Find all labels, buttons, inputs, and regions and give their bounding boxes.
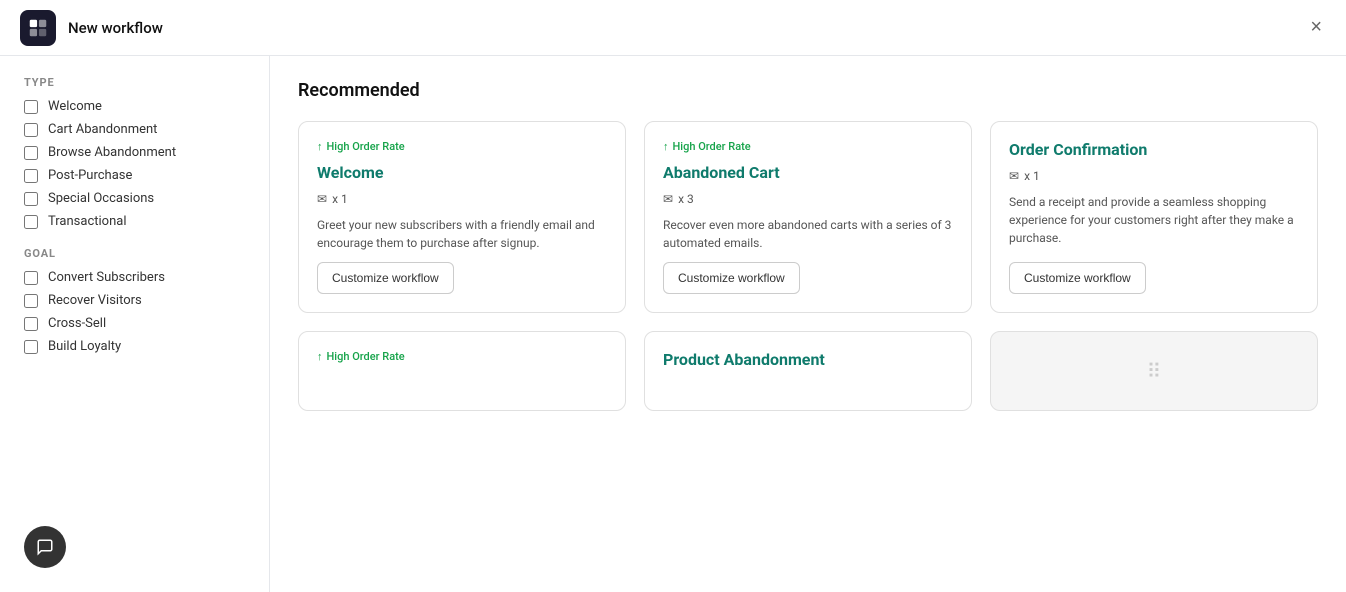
filter-transactional-checkbox[interactable] xyxy=(24,215,38,229)
recommended-title: Recommended xyxy=(298,80,1318,101)
card-abandoned-cart-name: Abandoned Cart xyxy=(663,163,953,182)
card-order-confirmation-meta: ✉ x 1 xyxy=(1009,169,1299,183)
sidebar: TYPE Welcome Cart Abandonment Browse Aba… xyxy=(0,56,270,592)
card-welcome-description: Greet your new subscribers with a friend… xyxy=(317,216,607,252)
card-order-confirmation[interactable]: Order Confirmation ✉ x 1 Send a receipt … xyxy=(990,121,1318,313)
filter-post-purchase-label: Post-Purchase xyxy=(48,168,132,183)
filter-recover-visitors-label: Recover Visitors xyxy=(48,293,142,308)
goal-section-label: GOAL xyxy=(24,247,245,260)
filter-transactional[interactable]: Transactional xyxy=(24,214,245,229)
arrow-up-icon: ↑ xyxy=(317,140,323,153)
arrow-up-icon-2: ↑ xyxy=(663,140,669,153)
card-abandoned-cart-description: Recover even more abandoned carts with a… xyxy=(663,216,953,252)
email-icon-3: ✉ xyxy=(1009,169,1019,183)
card-abandoned-cart-customize-button[interactable]: Customize workflow xyxy=(663,262,800,294)
filter-build-loyalty-label: Build Loyalty xyxy=(48,339,121,354)
filter-post-purchase-checkbox[interactable] xyxy=(24,169,38,183)
chat-button[interactable] xyxy=(24,526,66,568)
cards-row-1: ↑ High Order Rate Welcome ✉ x 1 Greet yo… xyxy=(298,121,1318,313)
filter-build-loyalty[interactable]: Build Loyalty xyxy=(24,339,245,354)
filter-browse-abandonment-label: Browse Abandonment xyxy=(48,145,176,160)
filter-transactional-label: Transactional xyxy=(48,214,127,229)
filter-cross-sell-label: Cross-Sell xyxy=(48,316,106,331)
filter-cart-abandonment-label: Cart Abandonment xyxy=(48,122,157,137)
filter-recover-visitors-checkbox[interactable] xyxy=(24,294,38,308)
card-abandoned-cart-meta: ✉ x 3 xyxy=(663,192,953,206)
filter-build-loyalty-checkbox[interactable] xyxy=(24,340,38,354)
filter-cross-sell-checkbox[interactable] xyxy=(24,317,38,331)
card-welcome-badge: ↑ High Order Rate xyxy=(317,140,607,153)
card-order-confirmation-customize-button[interactable]: Customize workflow xyxy=(1009,262,1146,294)
app-logo xyxy=(20,10,56,46)
card-product-abandonment-name: Product Abandonment xyxy=(663,350,953,369)
filter-convert-subscribers[interactable]: Convert Subscribers xyxy=(24,270,245,285)
card-welcome-meta: ✉ x 1 xyxy=(317,192,607,206)
modal-header: New workflow × xyxy=(0,0,1346,56)
filter-browse-abandonment[interactable]: Browse Abandonment xyxy=(24,145,245,160)
filter-cart-abandonment-checkbox[interactable] xyxy=(24,123,38,137)
filter-browse-abandonment-checkbox[interactable] xyxy=(24,146,38,160)
card-product-abandonment[interactable]: Product Abandonment xyxy=(644,331,972,411)
card-browse-abandonment-badge: ↑ High Order Rate xyxy=(317,350,607,363)
filter-welcome[interactable]: Welcome xyxy=(24,99,245,114)
filter-post-purchase[interactable]: Post-Purchase xyxy=(24,168,245,183)
email-icon: ✉ xyxy=(317,192,327,206)
filter-cart-abandonment[interactable]: Cart Abandonment xyxy=(24,122,245,137)
card-order-confirmation-description: Send a receipt and provide a seamless sh… xyxy=(1009,193,1299,252)
card-placeholder: ⠿ xyxy=(990,331,1318,411)
card-browse-abandonment[interactable]: ↑ High Order Rate xyxy=(298,331,626,411)
filter-recover-visitors[interactable]: Recover Visitors xyxy=(24,293,245,308)
filter-cross-sell[interactable]: Cross-Sell xyxy=(24,316,245,331)
card-order-confirmation-name: Order Confirmation xyxy=(1009,140,1299,159)
filter-convert-subscribers-checkbox[interactable] xyxy=(24,271,38,285)
arrow-up-icon-3: ↑ xyxy=(317,350,323,363)
filter-special-occasions-label: Special Occasions xyxy=(48,191,154,206)
filter-welcome-label: Welcome xyxy=(48,99,102,114)
card-welcome-name: Welcome xyxy=(317,163,607,182)
type-section-label: TYPE xyxy=(24,76,245,89)
cards-row-2: ↑ High Order Rate Product Abandonment ⠿ xyxy=(298,331,1318,411)
close-button[interactable]: × xyxy=(1306,12,1326,43)
filter-welcome-checkbox[interactable] xyxy=(24,100,38,114)
card-abandoned-cart[interactable]: ↑ High Order Rate Abandoned Cart ✉ x 3 R… xyxy=(644,121,972,313)
filter-special-occasions-checkbox[interactable] xyxy=(24,192,38,206)
card-welcome-customize-button[interactable]: Customize workflow xyxy=(317,262,454,294)
content-area: Recommended ↑ High Order Rate Welcome ✉ … xyxy=(270,56,1346,592)
card-welcome[interactable]: ↑ High Order Rate Welcome ✉ x 1 Greet yo… xyxy=(298,121,626,313)
card-abandoned-cart-badge: ↑ High Order Rate xyxy=(663,140,953,153)
filter-special-occasions[interactable]: Special Occasions xyxy=(24,191,245,206)
modal-title: New workflow xyxy=(68,19,1306,37)
filter-convert-subscribers-label: Convert Subscribers xyxy=(48,270,165,285)
email-icon-2: ✉ xyxy=(663,192,673,206)
